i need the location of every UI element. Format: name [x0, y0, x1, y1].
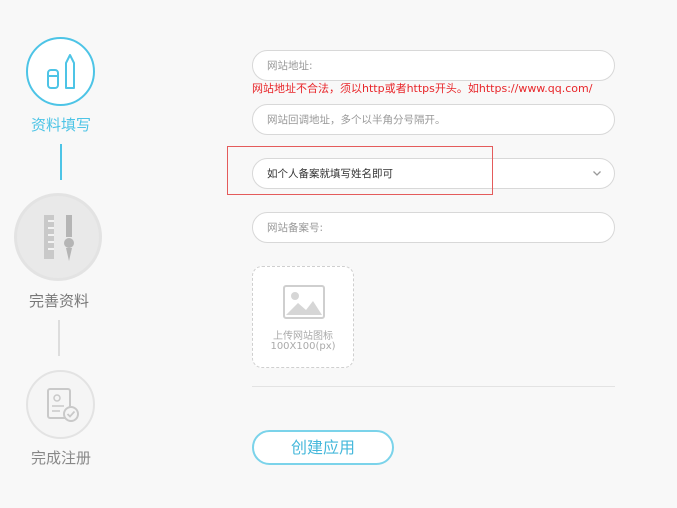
- step-1-label: 资料填写: [30, 116, 91, 134]
- form-divider: [252, 386, 615, 387]
- create-app-button[interactable]: 创建应用: [252, 430, 394, 465]
- document-check-icon: [47, 388, 79, 422]
- url-error-message: 网站地址不合法，须以http或者https开头。如https://www.qq.…: [252, 82, 593, 95]
- step-2-label: 完善资料: [28, 292, 89, 310]
- website-url-placeholder: 网站地址:: [267, 60, 313, 72]
- pen-ruler-icon: [47, 54, 75, 89]
- website-url-input[interactable]: 网站地址:: [252, 50, 615, 81]
- image-icon: [283, 285, 325, 319]
- upload-size-hint: 100X100(px): [270, 341, 336, 352]
- step-connector-1: [60, 144, 62, 180]
- callback-url-placeholder: 网站回调地址，多个以半角分号隔开。: [267, 114, 446, 126]
- upload-label: 上传网站图标: [273, 331, 333, 342]
- step-3-label: 完成注册: [30, 449, 91, 467]
- icp-number-input[interactable]: 网站备案号:: [252, 212, 615, 243]
- annotation-highlight-box: [227, 146, 493, 195]
- icp-number-placeholder: 网站备案号:: [267, 222, 324, 234]
- step-3-circle: [26, 370, 95, 439]
- ruler-pencil-icon: [44, 215, 74, 261]
- upload-icon-area[interactable]: 上传网站图标 100X100(px): [252, 266, 354, 368]
- step-connector-2: [58, 320, 60, 356]
- step-1-circle: [26, 37, 95, 106]
- step-2-circle: [14, 193, 102, 281]
- chevron-down-icon: [593, 171, 601, 176]
- callback-url-input[interactable]: 网站回调地址，多个以半角分号隔开。: [252, 104, 615, 135]
